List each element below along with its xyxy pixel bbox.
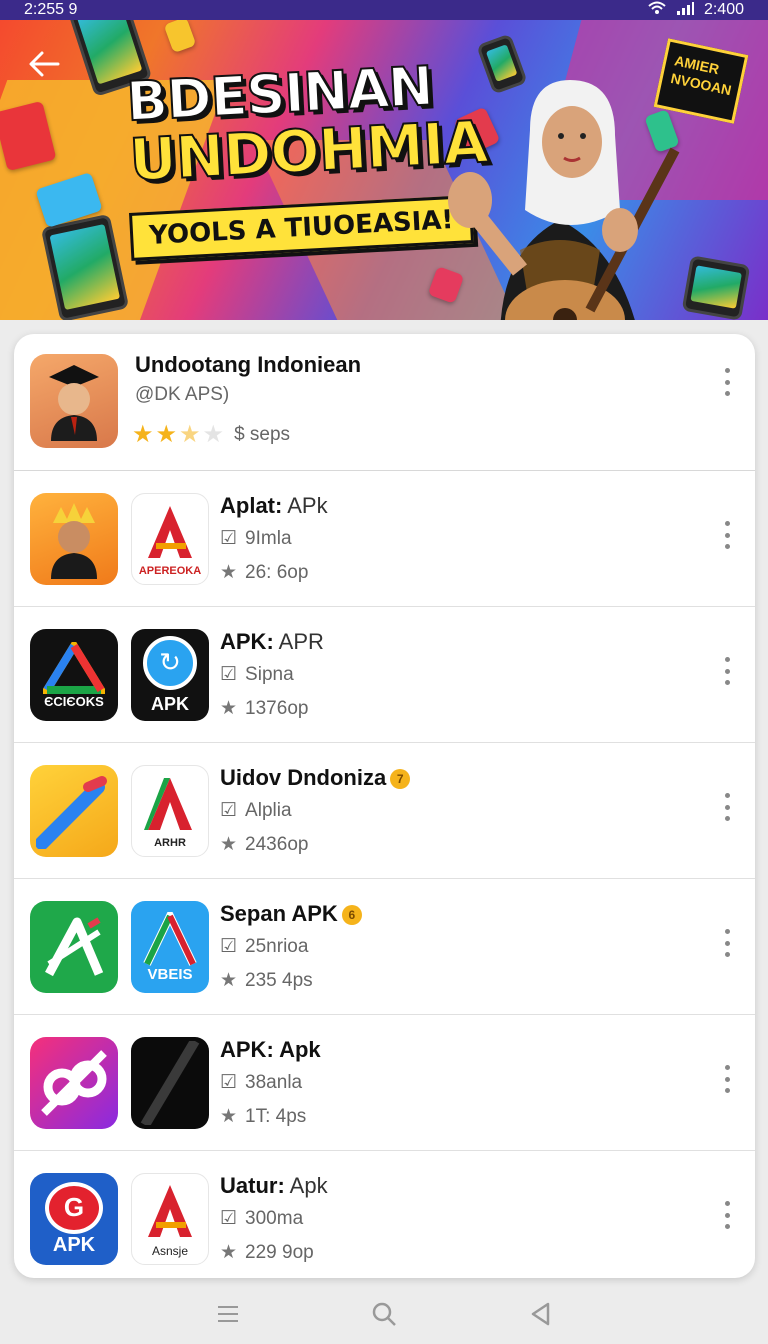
more-options-icon[interactable] [717, 651, 737, 691]
app-title: APK: Apk [220, 1037, 321, 1062]
app-icon-pencil [30, 765, 118, 857]
more-options-icon[interactable] [717, 1195, 737, 1235]
arrow-left-icon [28, 50, 60, 83]
more-options-icon[interactable] [717, 787, 737, 827]
verified-badge-icon: 6 [341, 905, 362, 926]
sticker-graphic [163, 20, 197, 54]
app-subtitle: ☑ Sipna [220, 663, 294, 686]
promo-banner: BDESINAN UNDOHMIA YOOLS A TIUOEASIA! AMI… [0, 20, 768, 320]
app-icon-a-logo: APEREOKA [131, 493, 209, 585]
menu-button[interactable] [208, 1296, 248, 1336]
app-icon-apk-logo: ↻ APK [131, 629, 209, 721]
home-button[interactable] [364, 1296, 404, 1336]
status-time-left: 2:255 9 [24, 1, 78, 18]
phone-graphic [681, 255, 751, 320]
verified-icon: ☑ [220, 1208, 238, 1229]
app-icon-label: APK [52, 1233, 96, 1256]
app-icon-label: APEREOKA [138, 564, 202, 577]
presenter-illustration [448, 80, 680, 320]
star-icon: ★ [220, 970, 238, 991]
app-icon-label: APK [150, 693, 189, 714]
featured-app-row[interactable]: Undootang Indoniean @DK APS) ★★★★ $ seps [14, 334, 755, 471]
app-row[interactable]: VBEIS Sepan APK 6 ☑ 25nrioa ★ 235 4ps [14, 879, 755, 1015]
search-icon [371, 1301, 397, 1332]
app-title: APK: APR [220, 629, 324, 654]
app-rating: ★ 1376op [220, 697, 309, 720]
app-rating: ★ 229 9op [220, 1241, 314, 1264]
status-bar: 2:255 9 2:400 [0, 0, 768, 20]
featured-rating-text: $ seps [234, 423, 291, 445]
app-title: Uatur: Apk [220, 1173, 328, 1198]
banner-title-line2: UNDOHMIA [127, 107, 490, 196]
app-subtitle: ☑ 9Imla [220, 527, 292, 550]
app-icon-avatar [30, 493, 118, 585]
star-icon: ★ [220, 834, 238, 855]
featured-app-title: Undootang Indoniean [135, 352, 362, 377]
banner-title: BDESINAN UNDOHMIA [124, 53, 490, 196]
app-icon-apk-red: G APK [30, 1173, 118, 1265]
app-icon-vbeis-logo: VBEIS [131, 901, 209, 993]
app-icon-label: VBEIS [147, 965, 193, 983]
app-icon-green-a [30, 901, 118, 993]
star-icon: ★ [220, 698, 238, 719]
verified-icon: ☑ [220, 664, 238, 685]
status-icons: 2:400 [648, 1, 744, 20]
wifi-icon [648, 1, 666, 20]
app-row[interactable]: G APK Asnsje Uatur: Apk ☑ 300ma ★ 229 9op [14, 1151, 755, 1278]
verified-icon: ☑ [220, 1072, 238, 1093]
app-subtitle: ☑ Alplia [220, 799, 292, 822]
app-title: Aplat: APk [220, 493, 328, 518]
back-nav-button[interactable] [520, 1296, 560, 1336]
app-rating: ★ 1T: 4ps [220, 1105, 307, 1128]
app-row[interactable]: APEREOKA Aplat: APk ☑ 9Imla ★ 26: 6op [14, 471, 755, 607]
app-icon-graduate [30, 354, 118, 448]
app-subtitle: ☑ 38anla [220, 1071, 303, 1094]
app-icon-label: ARHR [154, 836, 186, 849]
featured-app-subtitle: @DK APS) [135, 384, 230, 405]
signal-icon [676, 1, 694, 20]
app-row[interactable]: ARHR Uidov Dndoniza 7 ☑ Alplia ★ 2436op [14, 743, 755, 879]
verified-icon: ☑ [220, 528, 238, 549]
star-icon: ★ [220, 1106, 238, 1127]
verified-badge-icon: 7 [390, 769, 411, 790]
app-rating: ★ 26: 6op [220, 561, 309, 584]
app-icon-a-logo: ARHR [131, 765, 209, 857]
app-title: Sepan APK 6 [220, 901, 362, 927]
star-icon: ★ [220, 562, 238, 583]
star-icon: ★ [220, 1242, 238, 1263]
app-list: Undootang Indoniean @DK APS) ★★★★ $ seps… [14, 334, 755, 1278]
triangle-back-icon [530, 1302, 550, 1331]
app-icon-a-logo: Asnsje [131, 1173, 209, 1265]
app-row[interactable]: ЄCIЄOKS ↻ APK APK: APR ☑ Sipna ★ 1376op [14, 607, 755, 743]
app-rating: ★ 235 4ps [220, 969, 313, 992]
more-options-icon[interactable] [717, 515, 737, 555]
app-subtitle: ☑ 300ma [220, 1207, 304, 1230]
app-subtitle: ☑ 25nrioa [220, 935, 309, 958]
system-nav-bar [0, 1288, 768, 1344]
more-options-icon[interactable] [717, 362, 737, 402]
app-icon-black-slash [131, 1037, 209, 1129]
verified-icon: ☑ [220, 800, 238, 821]
more-options-icon[interactable] [717, 1059, 737, 1099]
back-button[interactable] [24, 46, 64, 86]
app-icon-drive-logo: ЄCIЄOKS [30, 629, 118, 721]
menu-icon [217, 1304, 239, 1329]
status-time-right: 2:400 [703, 1, 744, 18]
more-options-icon[interactable] [717, 923, 737, 963]
app-rating: ★ 2436op [220, 833, 309, 856]
featured-app-rating: ★★★★ $ seps [132, 420, 290, 449]
app-row[interactable]: APK: Apk ☑ 38anla ★ 1T: 4ps [14, 1015, 755, 1151]
app-title: Uidov Dndoniza 7 [220, 765, 411, 791]
star-rating: ★★★★ [132, 421, 227, 448]
app-icon-label: Asnsje [151, 1243, 189, 1258]
verified-icon: ☑ [220, 936, 238, 957]
app-icon-label: ЄCIЄOKS [44, 693, 104, 709]
app-icon-gradient-logo [30, 1037, 118, 1129]
